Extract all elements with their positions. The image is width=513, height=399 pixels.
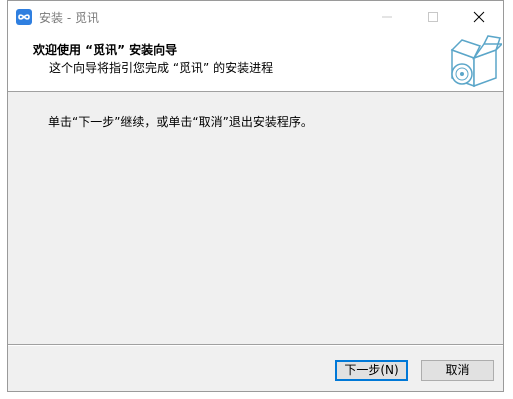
next-button[interactable]: 下一步(N) <box>335 360 408 381</box>
minimize-button[interactable] <box>365 1 409 31</box>
instruction-text: 单击“下一步”继续，或单击“取消”退出安装程序。 <box>48 115 313 129</box>
close-button[interactable] <box>457 1 501 31</box>
title-bar[interactable]: 安装 - 觅讯 <box>8 1 503 32</box>
header-title: 欢迎使用 “觅讯” 安装向导 <box>33 43 178 57</box>
minimize-icon <box>382 16 392 18</box>
close-icon <box>473 11 485 23</box>
footer-divider-highlight <box>8 345 503 346</box>
window-title: 安装 - 觅讯 <box>39 11 99 25</box>
header-subtitle: 这个向导将指引您完成 “觅讯” 的安装进程 <box>49 61 274 75</box>
installer-window: 安装 - 觅讯 欢迎使用 “觅讯” 安装向导 这个向导将指引您完成 “觅讯” 的… <box>7 0 504 392</box>
maximize-icon <box>428 12 438 22</box>
app-logo-icon <box>16 9 32 25</box>
cancel-button[interactable]: 取消 <box>421 360 494 381</box>
maximize-button[interactable] <box>411 1 455 31</box>
software-box-icon <box>446 34 504 88</box>
wizard-header: 欢迎使用 “觅讯” 安装向导 这个向导将指引您完成 “觅讯” 的安装进程 <box>8 32 504 92</box>
